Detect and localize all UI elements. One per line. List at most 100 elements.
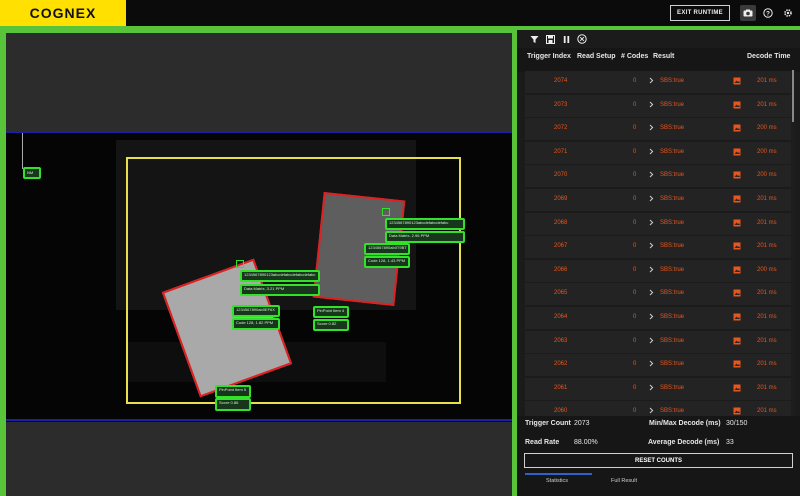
row-result: SBS:true	[660, 408, 685, 415]
row-decode-time: 200 ms	[757, 125, 777, 132]
chevron-right-icon[interactable]	[649, 266, 654, 275]
col-codes[interactable]: # Codes	[621, 53, 648, 60]
image-icon[interactable]	[733, 148, 741, 158]
image-icon[interactable]	[733, 171, 741, 181]
row-trigger-index: 2065	[554, 290, 568, 297]
col-read-setup[interactable]: Read Setup	[577, 53, 616, 60]
row-decode-time: 200 ms	[757, 148, 777, 155]
image-icon[interactable]	[733, 242, 741, 252]
tag-nm[interactable]: NM	[23, 167, 41, 179]
chevron-right-icon[interactable]	[649, 171, 654, 180]
row-decode-time: 201 ms	[757, 361, 777, 368]
tag-b2-barcode[interactable]: 1234567890ab0T9BT	[364, 243, 410, 255]
table-row[interactable]: 2073 0 SBS:true 201 ms	[525, 94, 791, 117]
chevron-right-icon[interactable]	[649, 77, 654, 86]
table-row[interactable]: 2070 0 SBS:true 200 ms	[525, 165, 791, 188]
chevron-right-icon[interactable]	[649, 242, 654, 251]
image-icon[interactable]	[733, 360, 741, 370]
table-row[interactable]: 2074 0 SBS:true 201 ms	[525, 71, 791, 93]
chevron-right-icon[interactable]	[649, 384, 654, 393]
table-row[interactable]: 2063 0 SBS:true 201 ms	[525, 330, 791, 353]
clear-icon[interactable]	[577, 34, 587, 44]
row-codes: 0	[633, 196, 637, 202]
row-trigger-index: 2074	[554, 78, 568, 84]
chevron-right-icon[interactable]	[649, 337, 654, 346]
image-viewer[interactable]: NM 1234567890123abcdefabcdefabcdefabc Da…	[6, 33, 512, 496]
table-row[interactable]: 2064 0 SBS:true 201 ms	[525, 307, 791, 329]
row-result: SBS:true	[660, 290, 685, 297]
reset-counts-button[interactable]: RESET COUNTS	[524, 453, 793, 468]
row-decode-time: 200 ms	[757, 266, 777, 273]
row-codes: 0	[633, 219, 637, 226]
chevron-right-icon[interactable]	[649, 124, 654, 133]
tag-b2-pinpoint[interactable]: PinPoint Item 4	[313, 306, 349, 318]
tag-b1-code128[interactable]: Code 128, 1.82 PPM	[232, 318, 280, 330]
gear-icon[interactable]	[780, 5, 796, 21]
image-icon[interactable]	[733, 77, 741, 87]
table-row[interactable]: 2066 0 SBS:true 200 ms	[525, 259, 791, 282]
tag-b1-score[interactable]: Score 0.86	[215, 398, 251, 411]
image-icon[interactable]	[733, 219, 741, 229]
row-codes: 0	[633, 78, 637, 84]
filter-icon[interactable]	[529, 34, 539, 44]
image-icon[interactable]	[733, 195, 741, 205]
tag-b1-datamatrix[interactable]: Data Matrix, 3.21 PPM	[240, 284, 320, 296]
tab-statistics[interactable]: Statistics	[546, 478, 568, 484]
marker-line	[22, 133, 23, 169]
chevron-right-icon[interactable]	[649, 195, 654, 204]
image-icon[interactable]	[733, 313, 741, 323]
table-row[interactable]: 2072 0 SBS:true 200 ms	[525, 118, 791, 141]
row-decode-time: 201 ms	[757, 384, 777, 391]
scroll-thumb[interactable]	[792, 70, 794, 122]
row-decode-time: 201 ms	[757, 337, 777, 344]
read-rate-value: 88.00%	[574, 439, 598, 446]
chevron-right-icon[interactable]	[649, 101, 654, 110]
trigger-count-value: 2073	[574, 420, 590, 427]
tag-b2-code[interactable]: 1234567890123abcdefabcdefabc	[385, 218, 465, 230]
chevron-right-icon[interactable]	[649, 360, 654, 369]
image-icon[interactable]	[733, 337, 741, 347]
table-row[interactable]: 2067 0 SBS:true 201 ms	[525, 236, 791, 259]
tag-b2-score[interactable]: Score 0.82	[313, 319, 349, 331]
read-rate-label: Read Rate	[525, 439, 560, 446]
tab-full-result[interactable]: Full Result	[611, 478, 637, 484]
table-row[interactable]: 2062 0 SBS:true 201 ms	[525, 354, 791, 377]
table-row[interactable]: 2071 0 SBS:true 200 ms	[525, 141, 791, 164]
image-icon[interactable]	[733, 101, 741, 111]
image-icon[interactable]	[733, 289, 741, 299]
row-decode-time: 201 ms	[757, 196, 777, 202]
tag-b2-datamatrix[interactable]: Data Matrix, 2.96 PPM	[385, 231, 465, 243]
chevron-right-icon[interactable]	[649, 313, 654, 322]
camera-icon[interactable]	[740, 5, 756, 21]
table-row[interactable]: 2068 0 SBS:true 201 ms	[525, 212, 791, 235]
image-icon[interactable]	[733, 124, 741, 134]
results-scrollbar[interactable]	[791, 70, 795, 438]
chevron-right-icon[interactable]	[649, 219, 654, 228]
tag-b1-code[interactable]: 1234567890123abcdefabcdefabcdefabc	[240, 270, 320, 282]
table-row[interactable]: 2069 0 SBS:true 201 ms	[525, 189, 791, 211]
svg-text:?: ?	[766, 10, 770, 17]
row-trigger-index: 2071	[554, 148, 568, 155]
row-result: SBS:true	[660, 361, 685, 368]
chevron-right-icon[interactable]	[649, 289, 654, 298]
table-row[interactable]: 2061 0 SBS:true 201 ms	[525, 377, 791, 400]
image-icon[interactable]	[733, 384, 741, 394]
table-row[interactable]: 2065 0 SBS:true 201 ms	[525, 283, 791, 306]
col-decode-time[interactable]: Decode Time	[747, 53, 790, 60]
tag-b2-code128[interactable]: Code 128, 1.43 PPM	[364, 256, 410, 268]
row-codes: 0	[633, 243, 637, 250]
tag-b1-pinpoint[interactable]: PinPoint Item 5	[215, 385, 251, 398]
pause-icon[interactable]	[561, 34, 571, 44]
tag-b1-barcode[interactable]: 1234567890ab0EF6X	[232, 305, 280, 317]
help-icon[interactable]: ?	[760, 5, 776, 21]
image-icon[interactable]	[733, 266, 741, 276]
col-result[interactable]: Result	[653, 53, 674, 60]
row-codes: 0	[633, 125, 637, 132]
chevron-right-icon[interactable]	[649, 148, 654, 157]
datamatrix-marker-1	[236, 260, 244, 268]
save-icon[interactable]	[545, 34, 555, 44]
col-trigger-index[interactable]: Trigger Index	[527, 53, 571, 60]
row-decode-time: 201 ms	[757, 314, 777, 320]
row-trigger-index: 2069	[554, 196, 568, 202]
exit-runtime-button[interactable]: EXIT RUNTIME	[670, 5, 730, 21]
